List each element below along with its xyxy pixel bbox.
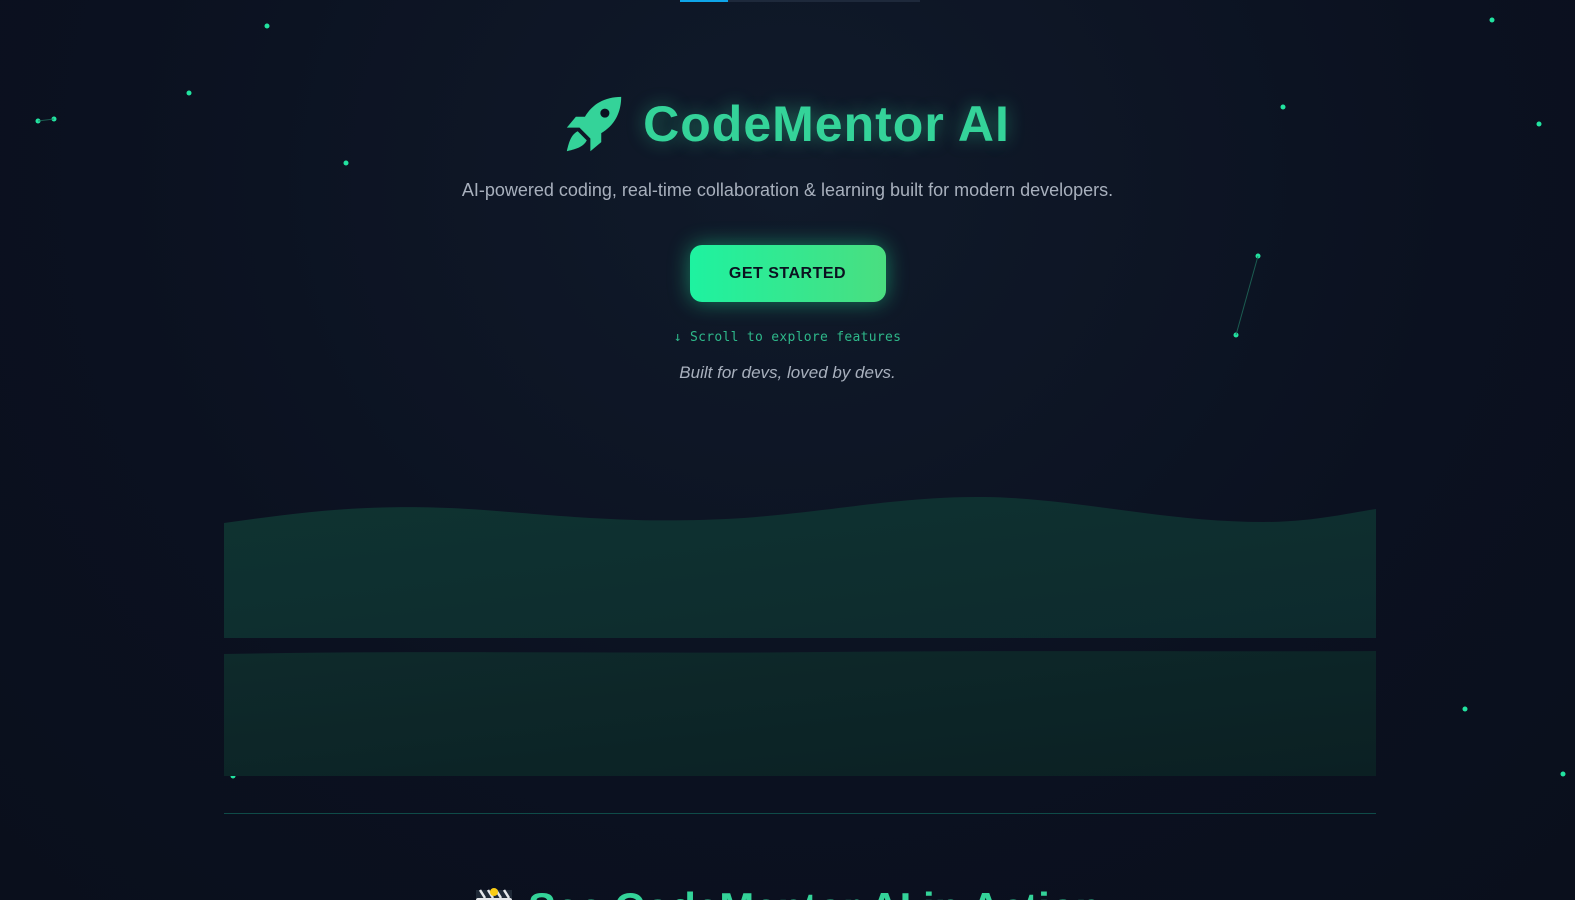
top-tab-indicator: [680, 0, 920, 2]
rocket-icon: [566, 96, 622, 152]
built-for-tagline: Built for devs, loved by devs.: [679, 363, 896, 382]
get-started-button[interactable]: GET STARTED: [689, 245, 886, 302]
app-title: CodeMentor AI: [643, 96, 1010, 152]
hero-tagline: AI-powered coding, real-time collaborati…: [461, 180, 1114, 200]
section-divider: [224, 813, 1376, 814]
hero-section: CodeMentor AI AI-powered coding, real-ti…: [0, 88, 1575, 383]
brand-header: CodeMentor AI: [0, 88, 1575, 160]
next-section-heading: See CodeMentor AI in Action: [0, 884, 1575, 900]
wave-decoration: [224, 496, 1376, 776]
landing-page: CodeMentor AI AI-powered coding, real-ti…: [0, 0, 1575, 900]
active-tab-underline: [680, 0, 728, 2]
clapperboard-icon: [475, 888, 512, 900]
scroll-hint: ↓ Scroll to explore features: [673, 330, 902, 345]
next-section-title: See CodeMentor AI in Action: [528, 884, 1101, 900]
